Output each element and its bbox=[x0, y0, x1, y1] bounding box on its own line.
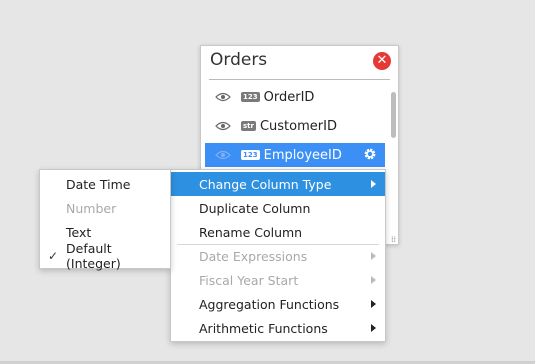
menu-item-label: Date Expressions bbox=[199, 248, 308, 264]
gear-icon[interactable] bbox=[363, 147, 377, 161]
field-name: CustomerID bbox=[259, 118, 337, 134]
menu-item-rename-column[interactable]: Rename Column bbox=[171, 220, 385, 244]
column-type-submenu: Date Time Number Text ✓ Default (Integer… bbox=[39, 169, 171, 271]
menu-item-fiscal-year-start[interactable]: Fiscal Year Start bbox=[171, 268, 385, 292]
submenu-item-label: Text bbox=[66, 224, 92, 240]
submenu-item-label: Number bbox=[66, 200, 117, 216]
type-badge: str bbox=[241, 121, 256, 131]
submenu-item-label: Date Time bbox=[66, 176, 131, 192]
menu-item-label: Aggregation Functions bbox=[199, 296, 340, 312]
menu-item-change-column-type[interactable]: Change Column Type bbox=[171, 172, 385, 196]
menu-item-label: Fiscal Year Start bbox=[199, 272, 299, 288]
eye-icon[interactable] bbox=[215, 150, 231, 160]
field-item-employeeid[interactable]: 123 EmployeeID bbox=[205, 143, 385, 167]
type-badge: 123 bbox=[241, 150, 260, 160]
submenu-item-default-integer[interactable]: ✓ Default (Integer) bbox=[40, 241, 170, 271]
menu-item-aggregation-functions[interactable]: Aggregation Functions bbox=[171, 292, 385, 316]
column-context-menu: Change Column Type Duplicate Column Rena… bbox=[170, 169, 386, 342]
field-item-customerid[interactable]: str CustomerID bbox=[205, 114, 385, 138]
chevron-right-icon bbox=[371, 300, 376, 308]
chevron-right-icon bbox=[371, 252, 376, 260]
menu-item-label: Arithmetic Functions bbox=[199, 320, 328, 336]
field-name: EmployeeID bbox=[263, 147, 342, 163]
menu-item-arithmetic-functions[interactable]: Arithmetic Functions bbox=[171, 316, 385, 340]
chevron-right-icon bbox=[371, 324, 376, 332]
menu-item-label: Change Column Type bbox=[199, 176, 332, 192]
scrollbar-thumb[interactable] bbox=[391, 92, 396, 138]
checkmark-icon: ✓ bbox=[48, 249, 59, 263]
resize-handle-icon[interactable]: ⁞⁞ bbox=[391, 235, 399, 244]
chevron-right-icon bbox=[371, 276, 376, 284]
submenu-item-label: Default (Integer) bbox=[66, 241, 121, 271]
menu-item-label: Rename Column bbox=[199, 224, 303, 240]
chevron-right-icon bbox=[371, 180, 376, 188]
eye-icon[interactable] bbox=[215, 121, 231, 131]
menu-item-duplicate-column[interactable]: Duplicate Column bbox=[171, 196, 385, 220]
title-divider bbox=[209, 79, 390, 80]
submenu-item-date-time[interactable]: Date Time bbox=[40, 172, 170, 196]
field-item-orderid[interactable]: 123 OrderID bbox=[205, 85, 385, 109]
submenu-item-number[interactable]: Number bbox=[40, 196, 170, 220]
type-badge: 123 bbox=[241, 92, 260, 102]
menu-item-date-expressions[interactable]: Date Expressions bbox=[171, 244, 385, 268]
close-icon[interactable]: ✕ bbox=[373, 52, 391, 70]
eye-icon[interactable] bbox=[215, 92, 231, 102]
panel-title: Orders bbox=[210, 50, 268, 70]
field-name: OrderID bbox=[263, 89, 315, 105]
menu-item-label: Duplicate Column bbox=[199, 200, 311, 216]
